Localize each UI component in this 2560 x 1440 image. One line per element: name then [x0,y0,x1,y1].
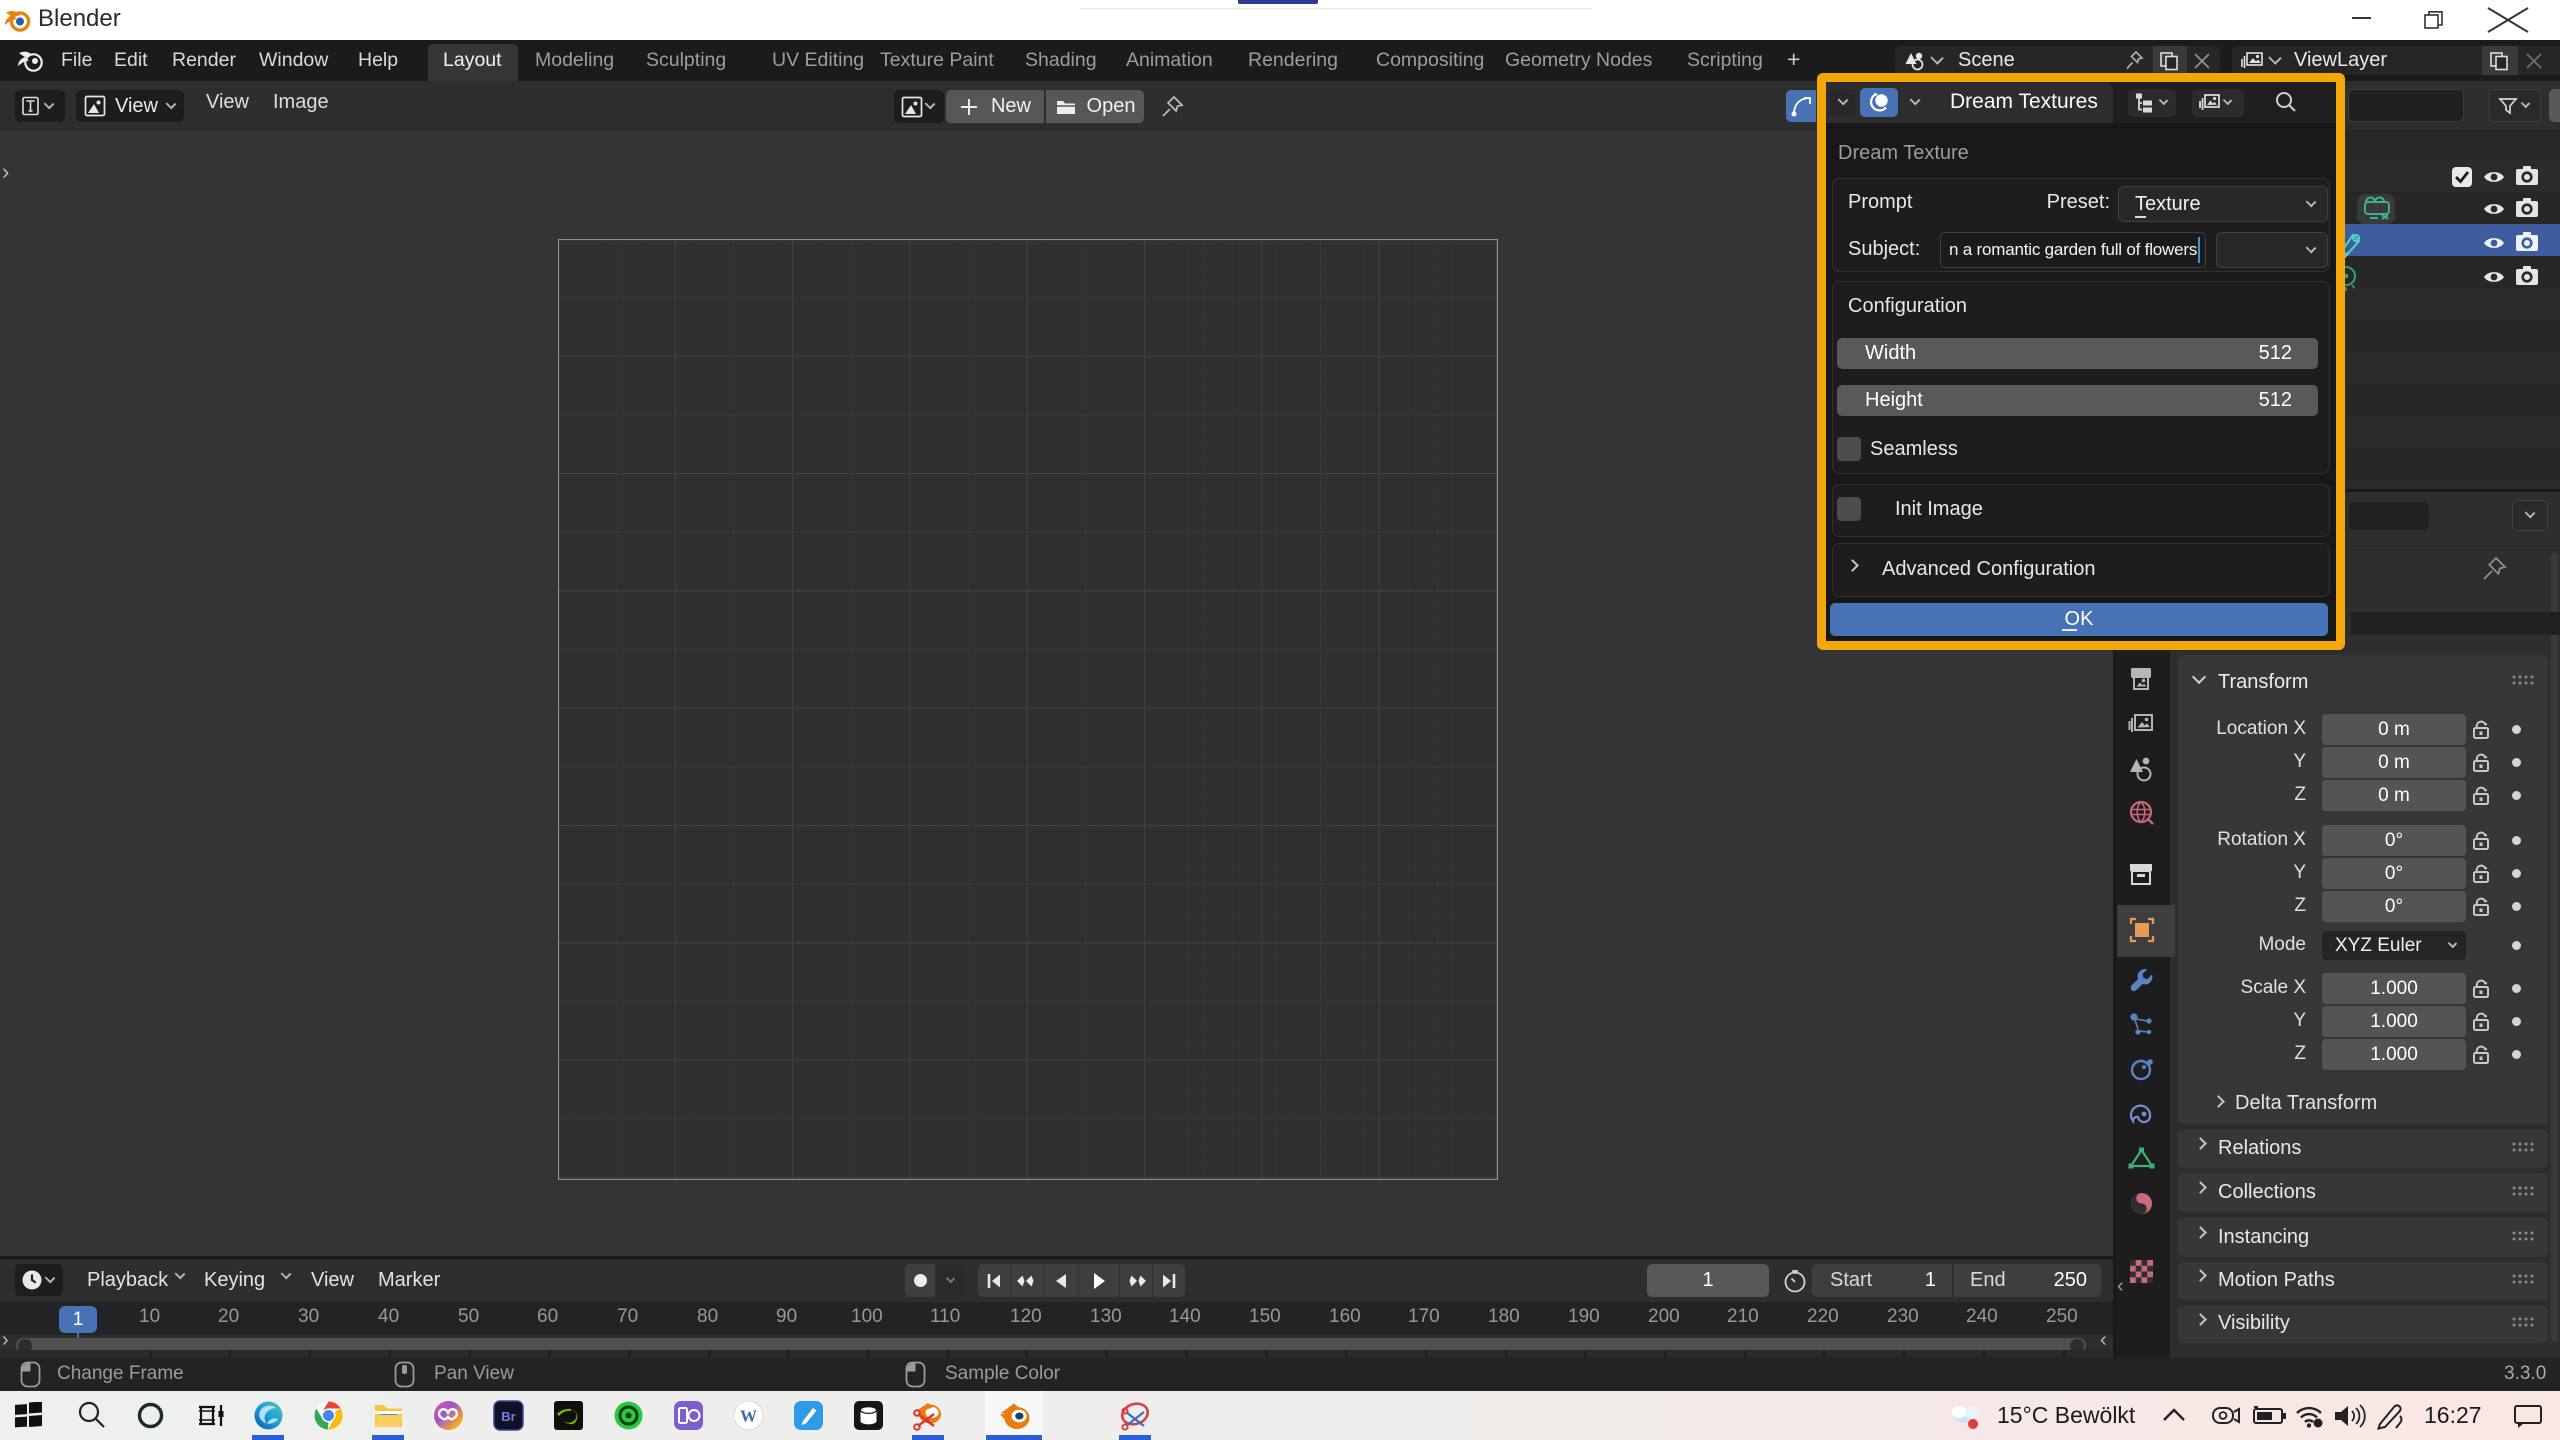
svg-text:Br: Br [501,1409,515,1424]
svg-text:W: W [740,1407,757,1426]
